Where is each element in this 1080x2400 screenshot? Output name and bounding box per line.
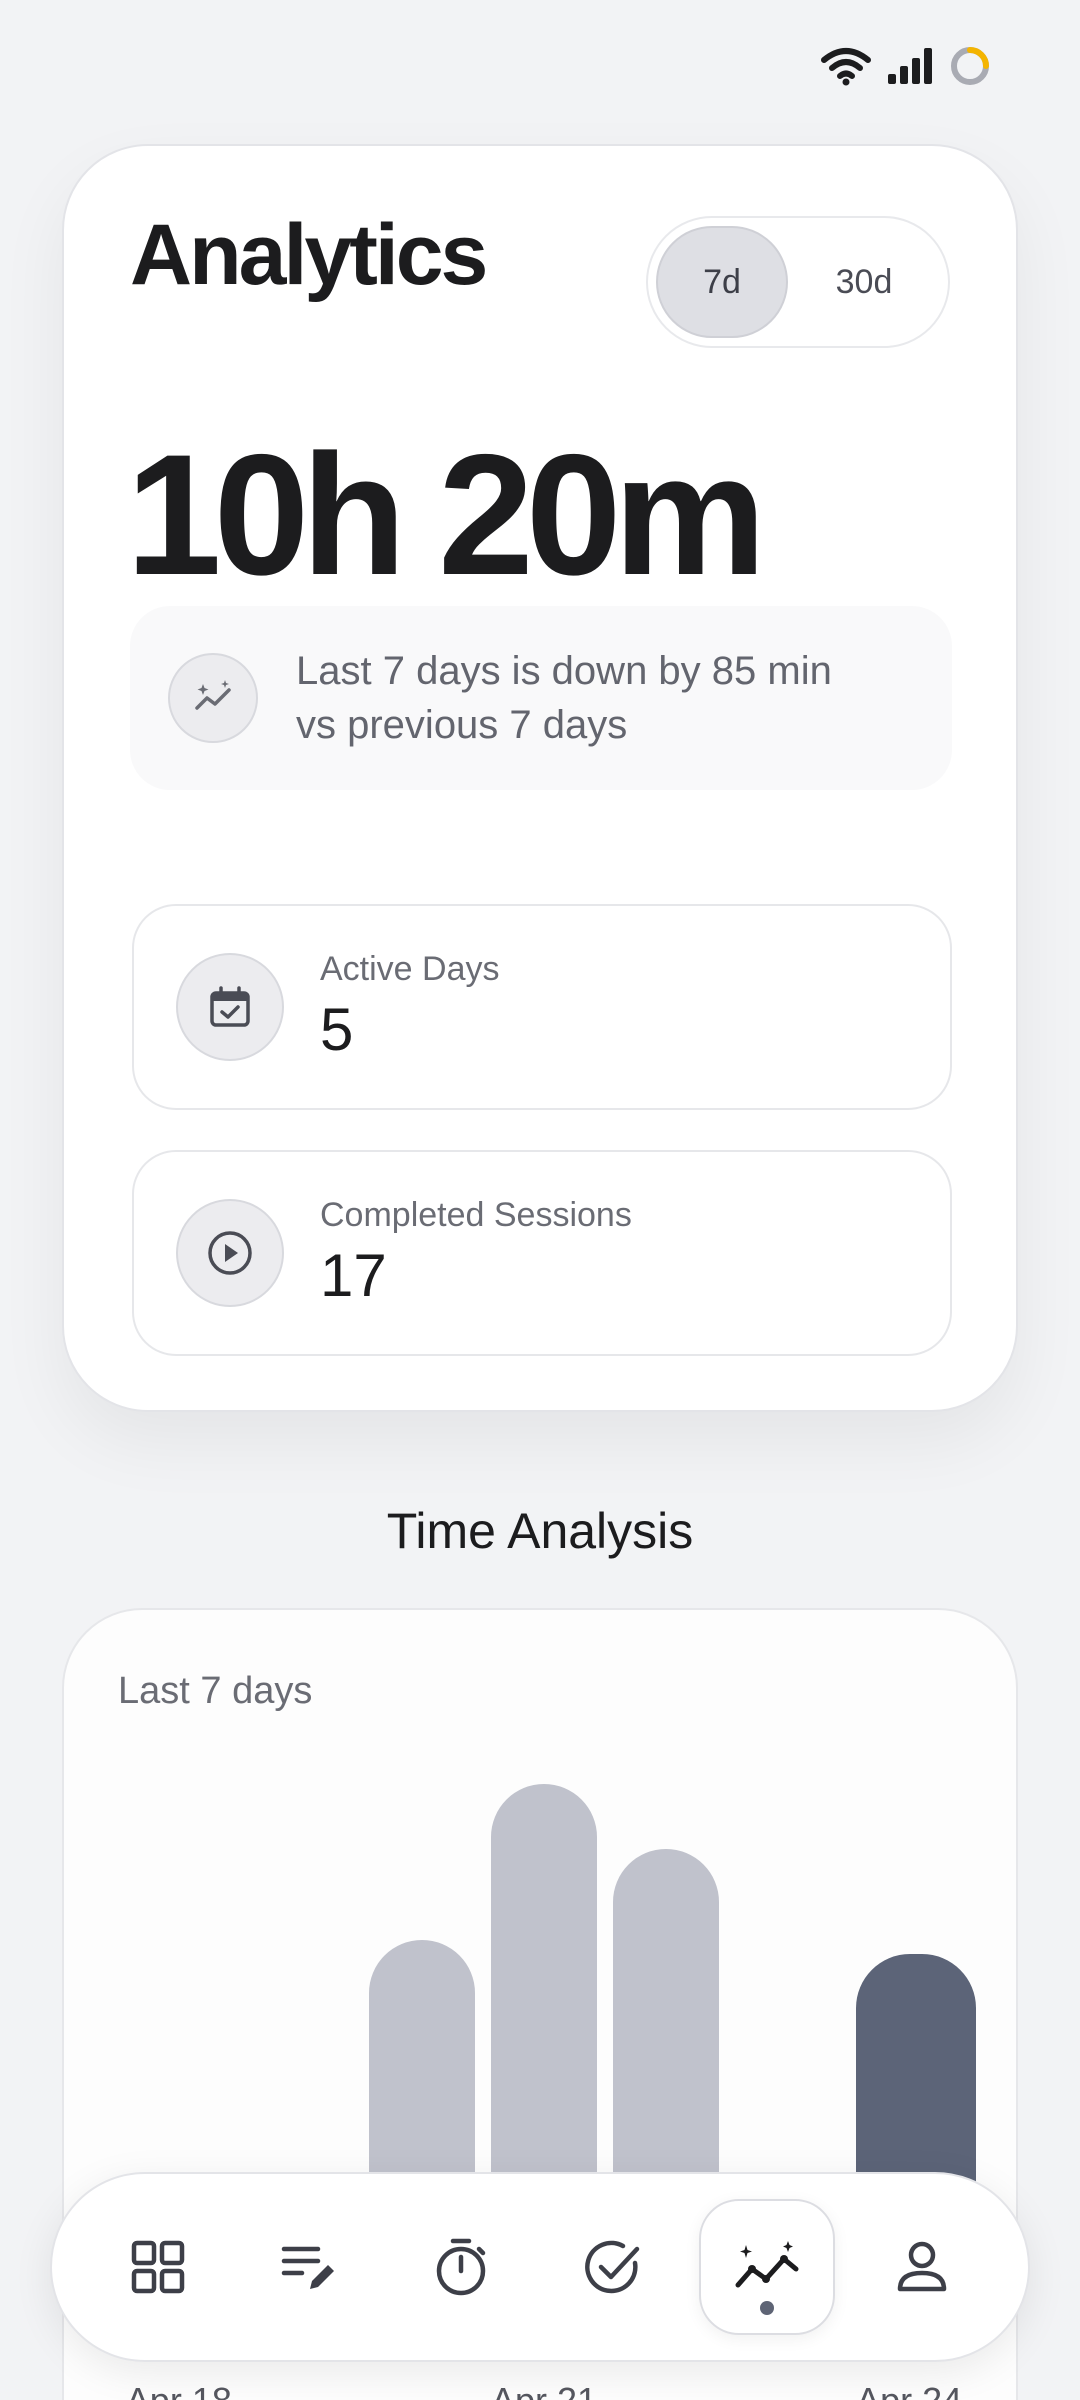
insight-line-2: vs previous 7 days	[296, 703, 628, 747]
stat-active-days: Active Days 5	[132, 904, 952, 1110]
range-toggle: 7d 30d	[646, 216, 950, 348]
active-indicator-dot	[760, 2301, 775, 2315]
nav-timer[interactable]	[396, 2202, 526, 2332]
x-tick-label: Apr 21	[464, 2380, 624, 2400]
profile-icon	[897, 2241, 947, 2292]
play-circle-icon	[176, 1199, 284, 1307]
page-title: Analytics	[130, 207, 488, 303]
insight-text: Last 7 days is down by 85 min vs previou…	[296, 644, 832, 752]
x-tick-label: Apr 18	[99, 2380, 259, 2400]
edit-list-icon	[282, 2246, 335, 2289]
analytics-summary-card: Analytics 7d 30d 10h 20m Last 7 days is …	[62, 144, 1018, 1412]
signal-icon	[888, 48, 932, 84]
nav-notes[interactable]	[244, 2202, 374, 2332]
analytics-trend-icon	[735, 2241, 799, 2288]
sparkle-trend-icon	[168, 653, 258, 743]
range-option-30d[interactable]: 30d	[788, 226, 940, 338]
total-time-value: 10h 20m	[126, 419, 766, 611]
insight-banner: Last 7 days is down by 85 min vs previou…	[130, 606, 952, 790]
insight-line-1: Last 7 days is down by 85 min	[296, 649, 832, 693]
calendar-check-icon	[176, 953, 284, 1061]
section-title: Time Analysis	[386, 1503, 694, 1559]
stat-value: 5	[320, 996, 354, 1063]
grid-icon	[131, 2240, 185, 2294]
nav-tasks[interactable]	[548, 2202, 678, 2332]
status-bar	[820, 44, 992, 88]
x-tick-label: Apr 24	[829, 2380, 989, 2400]
stat-value: 17	[320, 1242, 387, 1309]
battery-ring-icon	[951, 47, 989, 85]
stat-completed-sessions: Completed Sessions 17	[132, 1150, 952, 1356]
nav-profile[interactable]	[857, 2202, 987, 2332]
nav-analytics[interactable]	[699, 2199, 836, 2335]
chart-bar	[491, 1784, 597, 2234]
timer-icon	[436, 2238, 486, 2296]
wifi-icon	[821, 48, 871, 86]
nav-dashboard[interactable]	[93, 2202, 223, 2332]
bottom-nav	[50, 2172, 1030, 2362]
stat-label: Active Days	[320, 950, 500, 988]
range-option-7d[interactable]: 7d	[656, 226, 788, 338]
check-circle-icon	[584, 2240, 640, 2294]
stat-label: Completed Sessions	[320, 1196, 632, 1234]
